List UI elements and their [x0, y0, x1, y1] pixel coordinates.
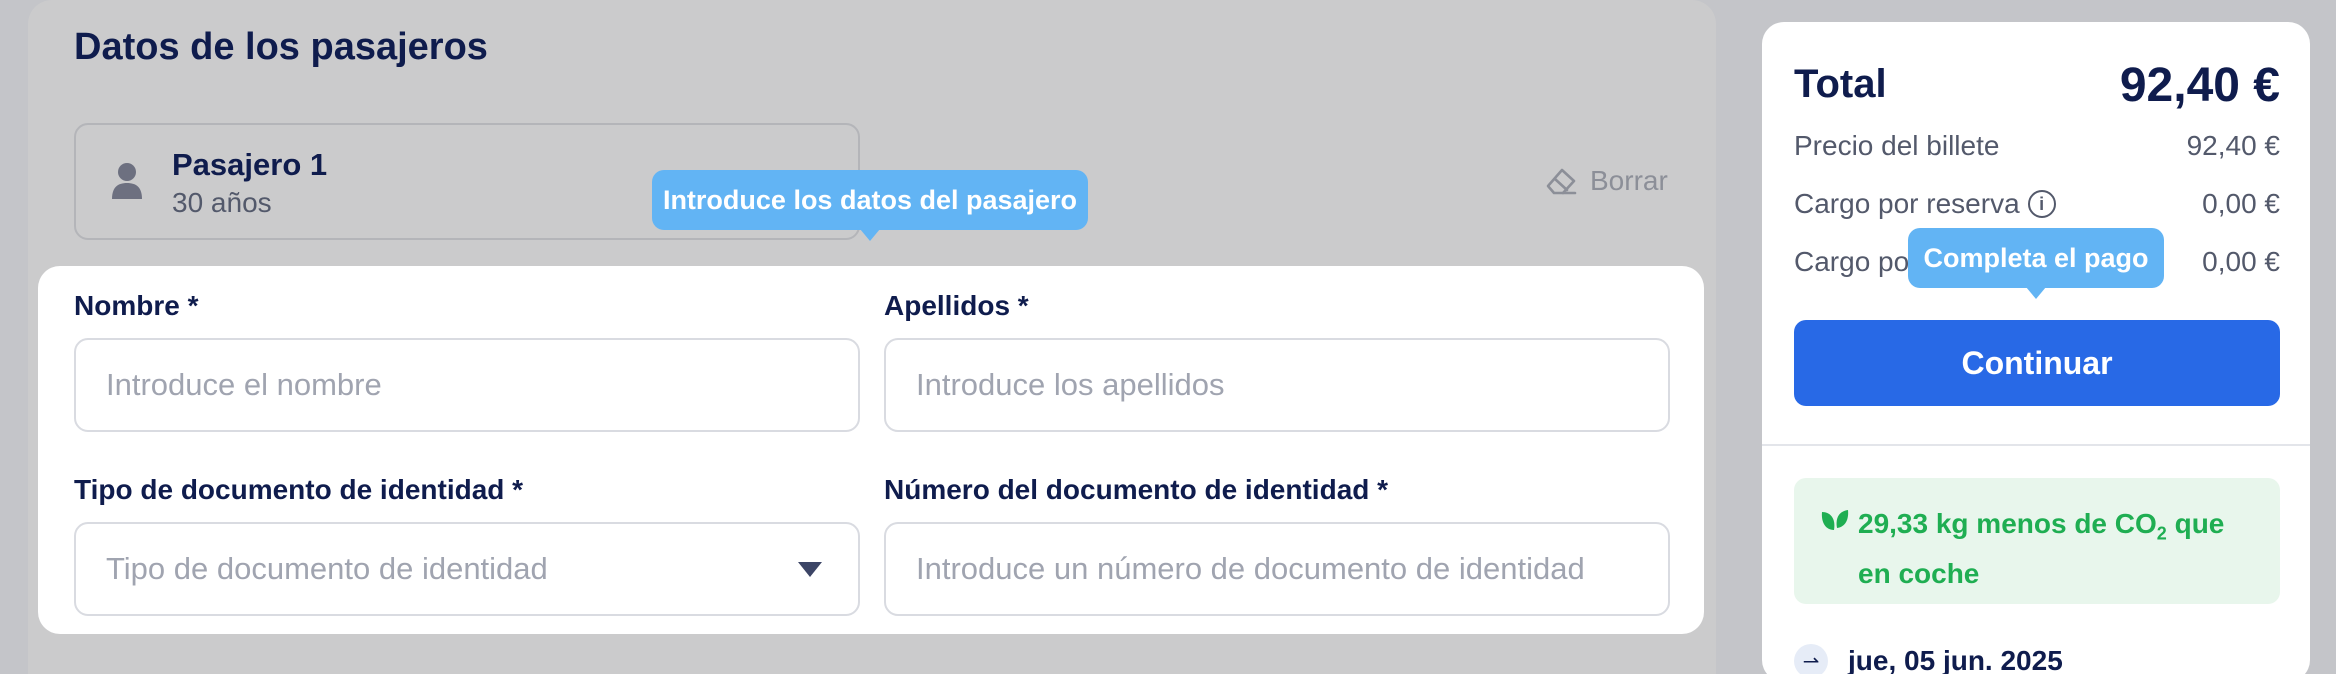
divider	[1762, 444, 2310, 446]
doc-number-label: Número del documento de identidad *	[884, 474, 1389, 505]
leaf-icon	[1821, 510, 1849, 530]
doc-type-label: Tipo de documento de identidad *	[74, 474, 524, 505]
clear-label: Borrar	[1590, 165, 1668, 196]
passenger-tooltip: Introduce los datos del pasajero	[652, 170, 1088, 241]
first-name-label: Nombre *	[74, 290, 199, 321]
total-label: Total	[1794, 62, 1887, 106]
eco-banner: 29,33 kg menos de CO2 que en coche	[1794, 478, 2280, 604]
other-fee-label: Cargo po	[1794, 246, 1910, 277]
ticket-price-value: 92,40 €	[2186, 130, 2280, 161]
passenger-name: Pasajero 1	[172, 147, 328, 182]
total-value: 92,40 €	[2119, 59, 2280, 112]
journey-date-text: jue, 05 jun. 2025	[1848, 645, 2063, 674]
doc-type-select[interactable]: Tipo de documento de identidad	[74, 522, 860, 616]
continue-button[interactable]: Continuar	[1794, 320, 2280, 406]
train-icon: ⇀	[1794, 644, 1828, 674]
price-summary: Total 92,40 € Precio del billete 92,40 €…	[1762, 22, 2310, 674]
last-name-label: Apellidos *	[884, 290, 1029, 321]
payment-tooltip: Completa el pago	[1908, 228, 2164, 299]
section-title: Datos de los pasajeros	[74, 26, 488, 68]
doc-number-input[interactable]: Introduce un número de documento de iden…	[884, 522, 1670, 616]
passenger-age: 30 años	[172, 187, 272, 218]
clear-button[interactable]: Borrar	[1544, 164, 1668, 198]
journey-date: ⇀ jue, 05 jun. 2025	[1794, 644, 2063, 674]
doc-type-placeholder: Tipo de documento de identidad	[106, 551, 548, 586]
passenger-form: Nombre * Introduce el nombre Apellidos *…	[38, 266, 1704, 634]
info-icon[interactable]: i	[2027, 190, 2056, 218]
booking-fee-label: Cargo por reserva i	[1794, 188, 2056, 220]
ticket-price-label: Precio del billete	[1794, 130, 2000, 161]
eco-text: 29,33 kg menos de CO2 que en coche	[1858, 508, 2225, 589]
chevron-down-icon	[798, 562, 822, 577]
booking-fee-value: 0,00 €	[2202, 188, 2280, 219]
first-name-input[interactable]: Introduce el nombre	[74, 338, 860, 432]
eraser-icon	[1546, 168, 1577, 195]
user-icon	[112, 163, 142, 199]
last-name-input[interactable]: Introduce los apellidos	[884, 338, 1670, 432]
other-fee-value: 0,00 €	[2202, 246, 2280, 277]
